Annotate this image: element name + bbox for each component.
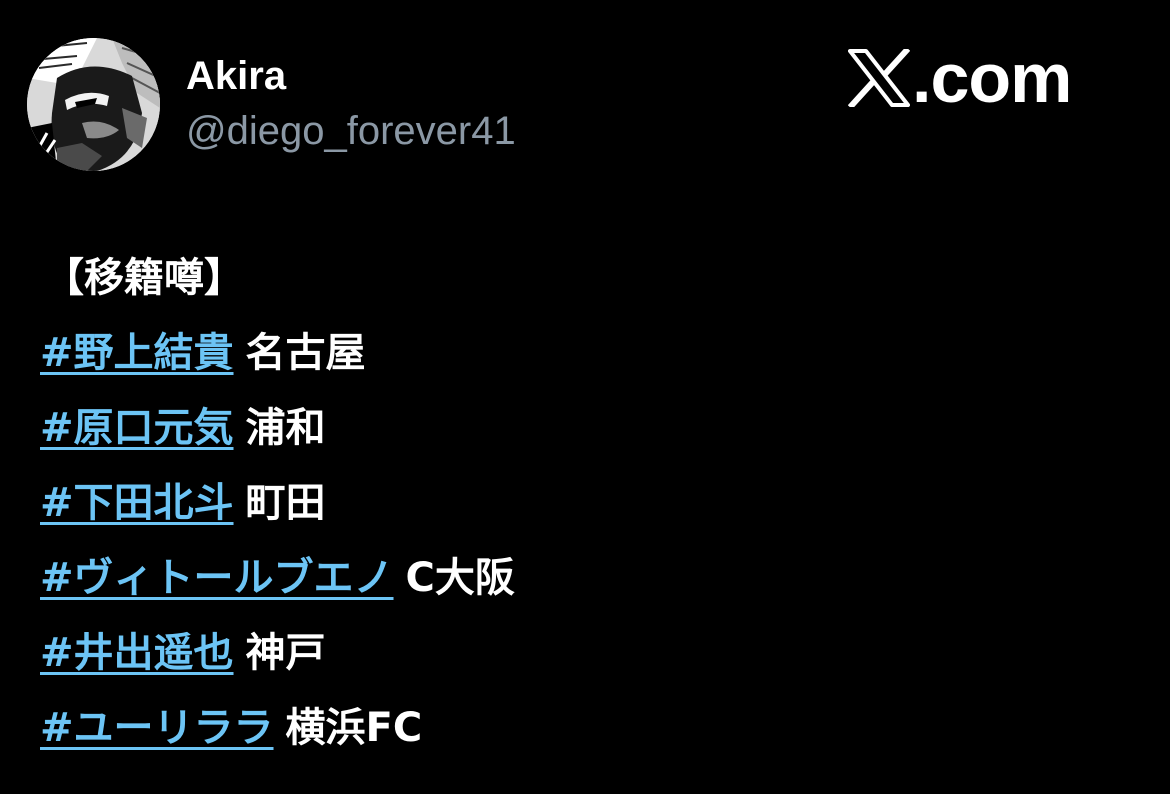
post-line: #ユーリララ 横浜FC — [40, 698, 1140, 773]
team-name: 浦和 — [245, 405, 326, 451]
hashtag-link[interactable]: #下田北斗 — [40, 480, 234, 526]
avatar[interactable] — [27, 38, 160, 171]
team-name: 神戸 — [245, 630, 326, 676]
post-heading: 【移籍噂】 — [44, 255, 244, 301]
hashtag-link[interactable]: #井出遥也 — [40, 630, 234, 676]
x-logo-icon — [848, 49, 910, 107]
user-handle[interactable]: @diego_forever41 — [186, 105, 516, 157]
post-line: #ヴィトールブエノ C大阪 — [40, 548, 1140, 623]
hashtag-link[interactable]: #ユーリララ — [40, 705, 274, 751]
team-name: 横浜FC — [285, 705, 423, 751]
post-line: #原口元気 浦和 — [40, 398, 1140, 473]
team-name: C大阪 — [405, 555, 515, 601]
team-name: 町田 — [245, 480, 326, 526]
brand-domain: .com — [912, 39, 1072, 117]
post-header: Akira @diego_forever41 .com — [0, 0, 1170, 200]
post-line: #下田北斗 町田 — [40, 473, 1140, 548]
post-line: #井出遥也 神戸 — [40, 623, 1140, 698]
team-name: 名古屋 — [245, 330, 366, 376]
display-name[interactable]: Akira — [186, 52, 286, 100]
post-line: #野上結貴 名古屋 — [40, 323, 1140, 398]
hashtag-link[interactable]: #ヴィトールブエノ — [40, 555, 394, 601]
post-text: 【移籍噂】 #野上結貴 名古屋 #原口元気 浦和 #下田北斗 町田 #ヴィトールブエノ… — [40, 248, 1140, 773]
x-brand: .com — [848, 39, 1072, 117]
hashtag-link[interactable]: #原口元気 — [40, 405, 234, 451]
manga-face-avatar-icon — [27, 38, 160, 171]
hashtag-link[interactable]: #野上結貴 — [40, 330, 234, 376]
